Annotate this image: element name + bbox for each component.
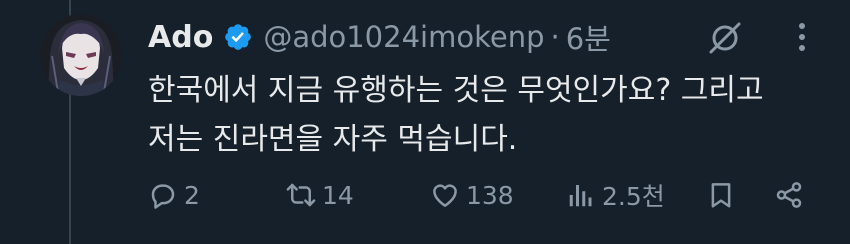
reply-icon [148, 180, 178, 210]
bookmark-button[interactable] [706, 172, 736, 218]
timestamp[interactable]: 6분 [566, 16, 611, 58]
reply-button[interactable]: 2 [148, 172, 200, 218]
tweet-text: 한국에서 지금 유행하는 것은 무엇인가요? 그리고 저는 진라면을 자주 먹습… [148, 66, 838, 164]
tweet-text-line: 한국에서 지금 유행하는 것은 무엇인가요? 그리고 [148, 73, 764, 108]
tweet-text-line: 저는 진라면을 자주 먹습니다. [148, 122, 518, 157]
views-count: 2.5천 [602, 182, 665, 211]
views-icon [566, 180, 596, 210]
avatar[interactable] [40, 14, 122, 96]
author-handle[interactable]: @ado1024imokenp [263, 20, 544, 54]
separator-dot: · [550, 20, 560, 54]
share-button[interactable] [774, 172, 804, 218]
retweet-button[interactable]: 14 [286, 172, 354, 218]
action-bar: 2 14 138 2.5천 [148, 172, 828, 218]
tweet-header: Ado @ado1024imokenp · 6분 [148, 12, 611, 62]
more-vertical-icon[interactable] [788, 16, 816, 58]
author-display-name[interactable]: Ado [148, 20, 213, 55]
heart-icon [430, 180, 460, 210]
like-count: 138 [466, 180, 514, 210]
bookmark-icon [706, 180, 736, 210]
share-icon [774, 180, 804, 210]
retweet-icon [286, 180, 316, 210]
like-button[interactable]: 138 [430, 172, 514, 218]
reply-count: 2 [184, 180, 200, 210]
verified-badge-icon [223, 22, 253, 52]
grok-icon[interactable] [705, 18, 745, 58]
retweet-count: 14 [322, 180, 354, 210]
views-button[interactable]: 2.5천 [566, 172, 665, 218]
